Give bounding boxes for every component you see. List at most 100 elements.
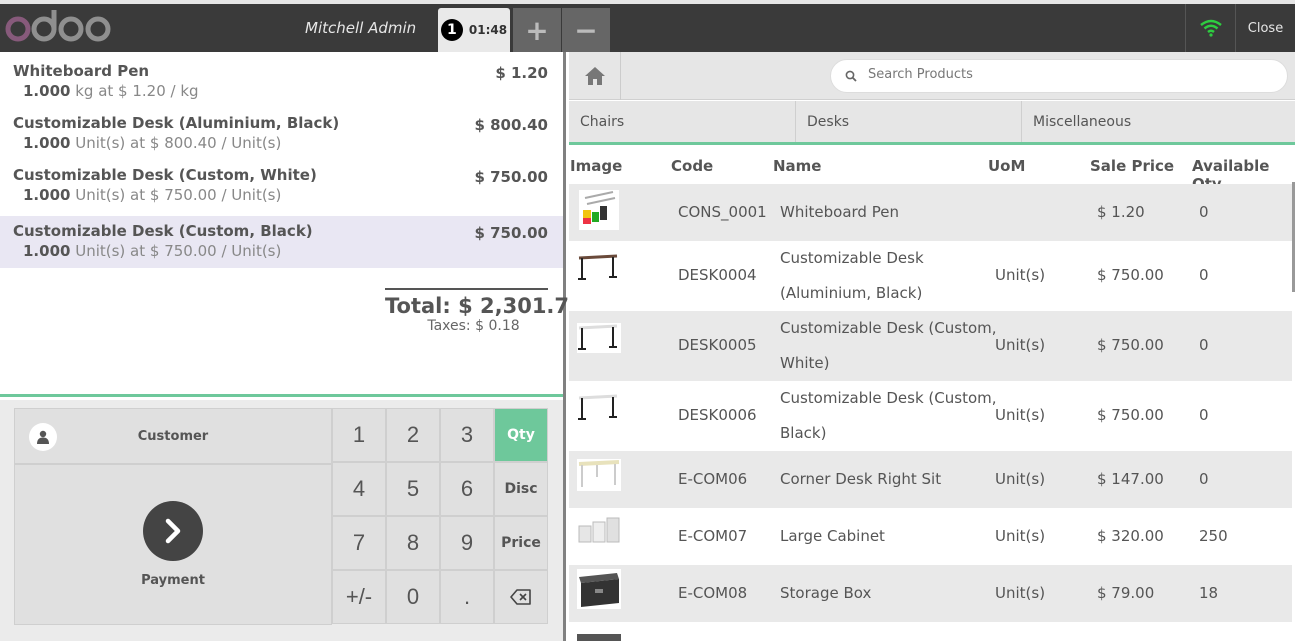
numpad-key-0[interactable]: 0	[386, 570, 440, 624]
home-icon	[584, 67, 605, 85]
product-row[interactable]: DESK0005 Customizable Desk (Custom, White…	[569, 311, 1292, 381]
product-row[interactable]: E-COM06 Corner Desk Right Sit Unit(s) $ …	[569, 451, 1292, 508]
column-uom: UoM	[988, 157, 1026, 175]
delete-order-button[interactable]: −	[562, 8, 610, 52]
product-price: $ 750.00	[1097, 336, 1164, 354]
orderline-info: 1.000 kg at $ 1.20 / kg	[13, 82, 549, 100]
product-name: Corner Desk Right Sit	[780, 470, 942, 488]
product-row[interactable]: DESK0004 Customizable Desk (Aluminium, Bl…	[569, 241, 1292, 311]
product-row[interactable]: DESK0006 Customizable Desk (Custom, Black…	[569, 381, 1292, 451]
category-miscellaneous[interactable]: Miscellaneous	[1022, 101, 1295, 142]
product-row[interactable]: E-COM07 Large Cabinet Unit(s) $ 320.00 2…	[569, 508, 1292, 565]
column-code: Code	[671, 157, 714, 175]
product-image-desk-custom-white	[577, 323, 621, 357]
payment-button[interactable]: Payment	[14, 464, 332, 625]
product-qty: 250	[1199, 527, 1228, 545]
product-uom: Unit(s)	[995, 527, 1046, 545]
product-name-line1: Customizable Desk (Custom,	[780, 319, 997, 337]
product-name-line1: Customizable Desk (Custom,	[780, 389, 997, 407]
order-pane: Whiteboard Pen $ 1.20 1.000 kg at $ 1.20…	[0, 52, 584, 641]
product-image-whiteboard-pen	[577, 188, 621, 236]
numpad-key-3[interactable]: 3	[440, 408, 494, 462]
customer-label: Customer	[137, 428, 209, 444]
product-price: $ 147.00	[1097, 470, 1164, 488]
category-desks[interactable]: Desks	[796, 101, 1022, 142]
numpad-key-9[interactable]: 9	[440, 516, 494, 570]
order-tab-1[interactable]: 1 01:48	[438, 8, 510, 52]
product-uom: Unit(s)	[995, 266, 1046, 284]
product-image-corner-desk	[577, 459, 621, 495]
numpad-sign-button[interactable]: +/-	[332, 570, 386, 624]
column-sale-price: Sale Price	[1090, 157, 1175, 175]
order-summary: Total: $ 2,301.78 Taxes: $ 0.18	[385, 288, 584, 334]
new-order-button[interactable]: +	[513, 8, 561, 52]
payment-label: Payment	[141, 573, 205, 588]
top-bar: Mitchell Admin 1 01:48 + − Close	[0, 0, 1295, 52]
product-image-desk-aluminium-black	[577, 253, 621, 287]
product-name-line2: Black)	[780, 424, 827, 442]
orderline-qty: 1.000	[23, 242, 71, 260]
order-taxes: Taxes: $ 0.18	[427, 318, 520, 334]
product-price: $ 750.00	[1097, 406, 1164, 424]
mode-disc-button[interactable]: Disc	[494, 462, 548, 516]
product-name: Large Cabinet	[780, 527, 885, 545]
numpad-dot-button[interactable]: .	[440, 570, 494, 624]
product-code: E-COM06	[678, 470, 748, 488]
search-icon	[845, 70, 857, 82]
connection-status[interactable]	[1185, 4, 1235, 52]
numpad-key-6[interactable]: 6	[440, 462, 494, 516]
orderline-info: 1.000 Unit(s) at $ 750.00 / Unit(s)	[13, 242, 549, 260]
product-image-partial	[577, 634, 621, 641]
product-code: E-COM08	[678, 584, 748, 602]
customer-button[interactable]: Customer	[14, 408, 332, 464]
mode-price-button[interactable]: Price	[494, 516, 548, 570]
column-name: Name	[773, 157, 822, 175]
orderline-name: Customizable Desk (Custom, Black)	[13, 222, 313, 240]
orderline[interactable]: Whiteboard Pen $ 1.20 1.000 kg at $ 1.20…	[0, 56, 563, 108]
product-table-header: Image Code Name UoM Sale Price Available…	[569, 148, 1295, 193]
orderline-info: 1.000 Unit(s) at $ 800.40 / Unit(s)	[13, 134, 549, 152]
product-row[interactable]: E-COM08 Storage Box Unit(s) $ 79.00 18	[569, 565, 1292, 622]
products-pane: Chairs Desks Miscellaneous Image Code Na…	[569, 52, 1295, 641]
orderline-price: $ 750.00	[474, 168, 548, 186]
product-qty: 0	[1199, 266, 1209, 284]
orderline[interactable]: Customizable Desk (Aluminium, Black) $ 8…	[0, 108, 563, 160]
category-chairs[interactable]: Chairs	[569, 101, 796, 142]
user-name: Mitchell Admin	[305, 19, 417, 37]
orderline-detail: Unit(s) at $ 800.40 / Unit(s)	[75, 134, 282, 152]
product-uom: Unit(s)	[995, 336, 1046, 354]
product-row[interactable]	[569, 622, 1292, 641]
orderline[interactable]: Customizable Desk (Custom, White) $ 750.…	[0, 160, 563, 212]
numpad-key-1[interactable]: 1	[332, 408, 386, 462]
orderline-selected[interactable]: Customizable Desk (Custom, Black) $ 750.…	[0, 216, 563, 268]
product-row[interactable]: CONS_0001 Whiteboard Pen $ 1.20 0	[569, 184, 1292, 241]
backspace-button[interactable]	[494, 570, 548, 624]
product-price: $ 750.00	[1097, 266, 1164, 284]
close-button[interactable]: Close	[1235, 4, 1295, 52]
orderline-detail: Unit(s) at $ 750.00 / Unit(s)	[75, 186, 282, 204]
odoo-logo-icon	[5, 10, 111, 42]
numpad-key-8[interactable]: 8	[386, 516, 440, 570]
search-box[interactable]	[830, 59, 1288, 93]
mode-qty-button[interactable]: Qty	[494, 408, 548, 462]
orderline-info: 1.000 Unit(s) at $ 750.00 / Unit(s)	[13, 186, 549, 204]
search-input[interactable]	[868, 67, 1268, 82]
backspace-icon	[510, 589, 531, 605]
orderline-price: $ 1.20	[495, 64, 548, 82]
user-icon	[29, 423, 57, 451]
numpad-key-5[interactable]: 5	[386, 462, 440, 516]
product-price: $ 320.00	[1097, 527, 1164, 545]
product-name: Customizable Desk (Aluminium, Black)	[780, 241, 924, 311]
numpad-key-4[interactable]: 4	[332, 462, 386, 516]
product-name-line2: White)	[780, 354, 830, 372]
orderline-detail: Unit(s) at $ 750.00 / Unit(s)	[75, 242, 282, 260]
orderline-price: $ 750.00	[474, 224, 548, 242]
product-uom: Unit(s)	[995, 406, 1046, 424]
product-image-desk-custom-black	[577, 393, 621, 427]
products-header	[569, 52, 1295, 100]
numpad-key-7[interactable]: 7	[332, 516, 386, 570]
payment-arrow-icon	[143, 501, 203, 561]
home-category-button[interactable]	[569, 52, 621, 100]
numpad-key-2[interactable]: 2	[386, 408, 440, 462]
product-name-line2: (Aluminium, Black)	[780, 284, 923, 302]
